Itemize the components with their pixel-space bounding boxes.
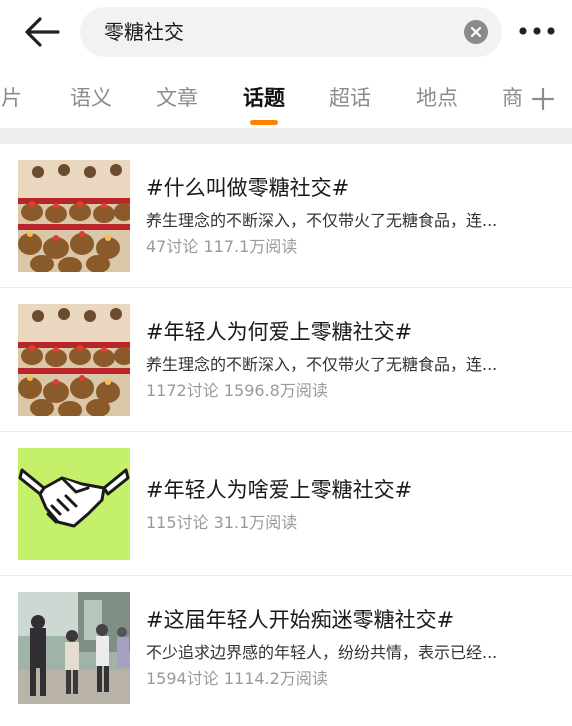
topic-stats: 47讨论 117.1万阅读	[146, 236, 297, 258]
top-bar: 零糖社交	[0, 0, 572, 66]
read-count: 31.1万阅读	[213, 513, 298, 532]
capybara-plush-icon	[18, 160, 130, 272]
topic-item[interactable]: #什么叫做零糖社交# 养生理念的不断深入，不仅带火了无糖食品，连... 47讨论…	[0, 144, 572, 288]
add-tab-icon[interactable]	[530, 86, 556, 112]
tab-places[interactable]: 地点	[416, 84, 458, 112]
topic-stats: 1594讨论 1114.2万阅读	[146, 668, 328, 690]
discussion-count: 115讨论	[146, 513, 209, 532]
discussion-count: 1172讨论	[146, 381, 219, 400]
topic-title: #这届年轻人开始痴迷零糖社交#	[146, 608, 455, 632]
read-count: 117.1万阅读	[203, 237, 298, 256]
topic-stats: 115讨论 31.1万阅读	[146, 512, 297, 534]
tab-topics[interactable]: 话题	[243, 84, 285, 112]
topic-title: #年轻人为何爱上零糖社交#	[146, 320, 413, 344]
search-input[interactable]: 零糖社交	[80, 7, 502, 57]
topic-item[interactable]: #年轻人为啥爱上零糖社交# 115讨论 31.1万阅读	[0, 432, 572, 576]
more-options-icon[interactable]	[518, 24, 556, 38]
topic-description: 不少追求边界感的年轻人，纷纷共情，表示已经...	[146, 643, 498, 662]
people-photo-icon	[18, 592, 130, 704]
read-count: 1596.8万阅读	[223, 381, 328, 400]
topic-title: #年轻人为啥爱上零糖社交#	[146, 478, 413, 502]
discussion-count: 1594讨论	[146, 669, 219, 688]
tab-super-topics[interactable]: 超话	[329, 84, 371, 112]
category-tabs: 图片 语义 文章 话题 超话 地点 商	[0, 66, 572, 128]
capybara-plush-icon	[18, 304, 130, 416]
active-tab-indicator	[250, 120, 278, 125]
tab-images[interactable]: 图片	[0, 84, 22, 112]
search-query: 零糖社交	[104, 20, 184, 44]
topic-description: 养生理念的不断深入，不仅带火了无糖食品，连...	[146, 355, 498, 374]
clear-search-icon[interactable]	[464, 20, 488, 44]
discussion-count: 47讨论	[146, 237, 199, 256]
topic-item[interactable]: #年轻人为何爱上零糖社交# 养生理念的不断深入，不仅带火了无糖食品，连... 1…	[0, 288, 572, 432]
section-divider	[0, 128, 572, 144]
tab-shop[interactable]: 商	[502, 84, 522, 112]
topic-description: 养生理念的不断深入，不仅带火了无糖食品，连...	[146, 211, 498, 230]
topic-title: #什么叫做零糖社交#	[146, 176, 350, 200]
topic-item[interactable]: #这届年轻人开始痴迷零糖社交# 不少追求边界感的年轻人，纷纷共情，表示已经...…	[0, 576, 572, 726]
handshake-icon	[18, 448, 130, 560]
back-arrow-icon[interactable]	[22, 14, 62, 50]
topic-stats: 1172讨论 1596.8万阅读	[146, 380, 328, 402]
tab-articles[interactable]: 文章	[156, 84, 198, 112]
read-count: 1114.2万阅读	[223, 669, 328, 688]
tab-semantic[interactable]: 语义	[70, 84, 112, 112]
